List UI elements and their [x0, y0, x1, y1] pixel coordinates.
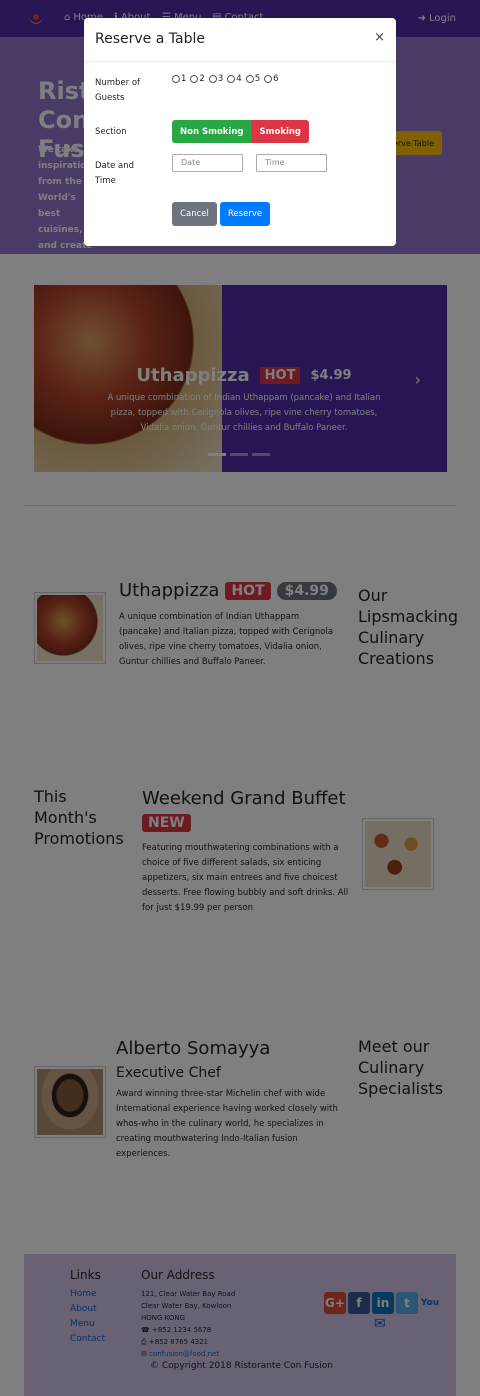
- guests-label: Number of Guests: [95, 78, 141, 103]
- guest-radio-1[interactable]: 1: [172, 74, 186, 84]
- non-smoking-button[interactable]: Non Smoking: [172, 120, 252, 143]
- date-input[interactable]: Date: [172, 154, 243, 172]
- close-icon[interactable]: ×: [374, 30, 385, 45]
- section-toggle: Non Smoking Smoking: [172, 120, 310, 143]
- smoking-button[interactable]: Smoking: [251, 120, 310, 143]
- modal-divider: [84, 61, 396, 62]
- modal-title: Reserve a Table: [95, 31, 205, 47]
- guest-radio-2[interactable]: 2: [190, 74, 205, 84]
- reserve-button[interactable]: Reserve: [220, 202, 270, 226]
- guest-radio-4[interactable]: 4: [227, 74, 242, 84]
- cancel-button[interactable]: Cancel: [172, 202, 217, 226]
- time-input[interactable]: Time: [256, 154, 327, 172]
- reserve-table-modal: Reserve a Table × Number of Guests 1 2 3…: [84, 18, 396, 246]
- section-label: Section: [95, 127, 127, 137]
- datetime-label: Date and Time: [95, 161, 135, 186]
- guest-radio-3[interactable]: 3: [208, 74, 223, 84]
- guest-radio-5[interactable]: 5: [245, 74, 260, 84]
- guest-radio-6[interactable]: 6: [264, 74, 279, 84]
- guests-radio-group: 1 2 3 4 5 6: [172, 74, 279, 84]
